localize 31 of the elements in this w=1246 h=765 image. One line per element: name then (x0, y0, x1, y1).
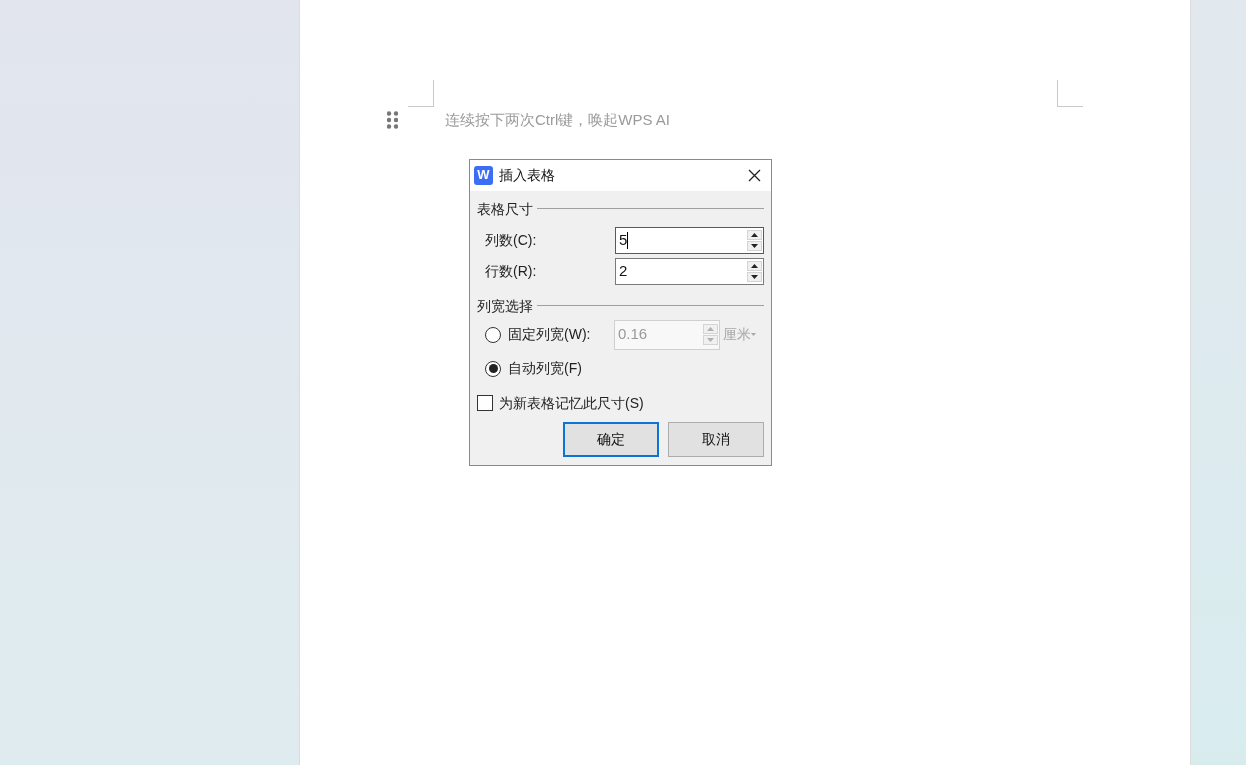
down-arrow-icon (751, 243, 758, 248)
up-arrow-icon (751, 263, 758, 268)
spin-down-button[interactable] (747, 271, 762, 282)
close-icon[interactable] (748, 168, 761, 182)
radio-button[interactable] (485, 360, 501, 377)
margin-corner-mark (408, 80, 434, 107)
ok-button[interactable]: 确定 (563, 421, 659, 457)
radio-label: 自动列宽(F) (508, 359, 583, 378)
dialog-title: 插入表格 (499, 165, 555, 185)
margin-corner-mark (1057, 80, 1083, 107)
number-field[interactable]: 5 (615, 226, 764, 254)
field-label: 行数(R): (485, 261, 538, 281)
caret-icon (751, 333, 756, 336)
radio-label: 固定列宽(W): (508, 325, 592, 344)
spin-up-button[interactable] (747, 229, 762, 240)
cancel-button[interactable]: 取消 (668, 421, 764, 457)
up-arrow-icon (707, 327, 714, 331)
checkbox-label: 为新表格记忆此尺寸(S) (499, 393, 644, 413)
section-title: 列宽选择 (477, 298, 533, 313)
checkbox[interactable] (477, 395, 493, 411)
spin-down-button[interactable] (747, 240, 762, 251)
app-logo-icon: W (474, 165, 493, 185)
section-title: 表格尺寸 (477, 201, 533, 216)
spin-up-button[interactable] (747, 260, 762, 271)
drag-handle-icon[interactable] (387, 111, 398, 130)
number-field[interactable]: 2 (615, 257, 764, 285)
ai-hint-text: 连续按下两次Ctrl键，唤起WPS AI (445, 110, 670, 130)
down-arrow-icon (751, 274, 758, 279)
up-arrow-icon (751, 232, 758, 237)
down-arrow-icon (707, 338, 714, 342)
field-label: 列数(C): (485, 230, 538, 250)
